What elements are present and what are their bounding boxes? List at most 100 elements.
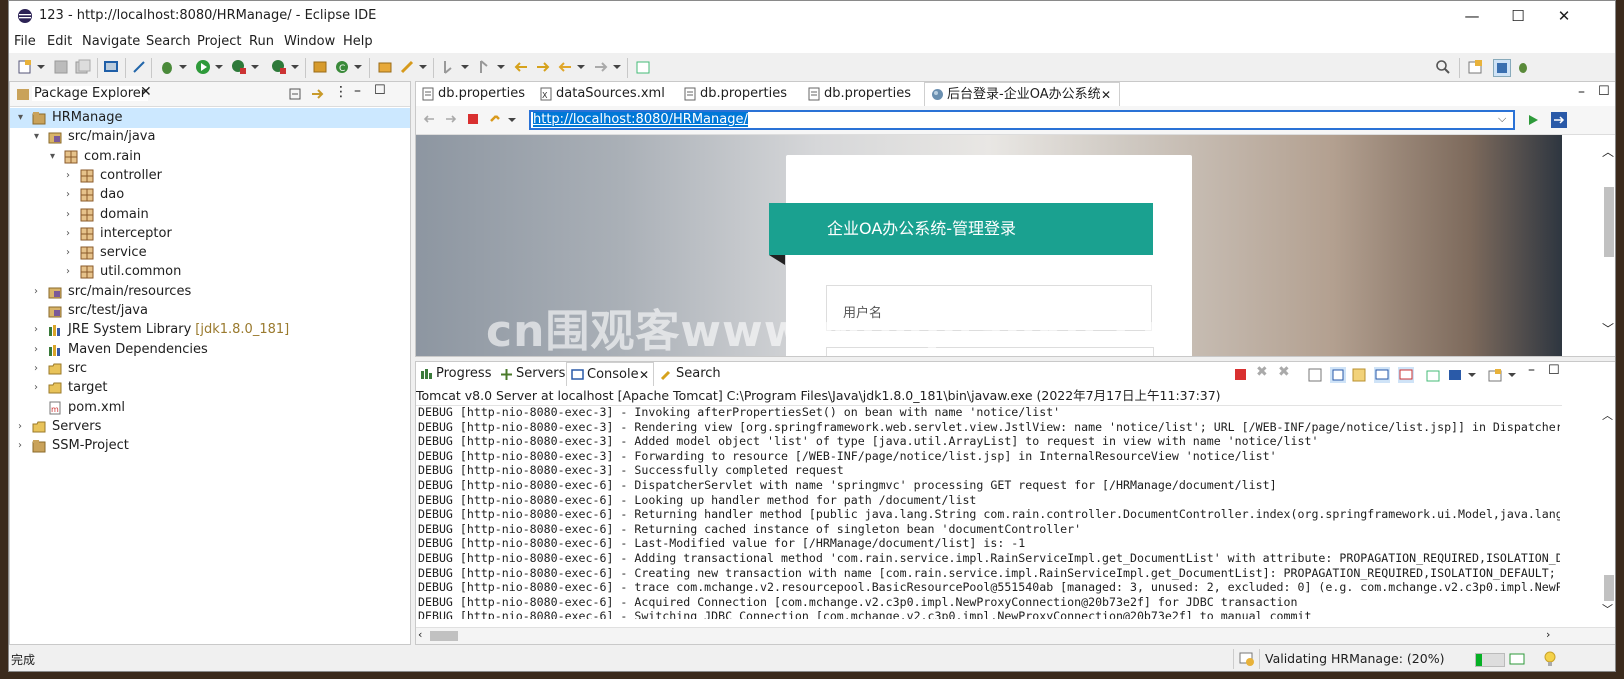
skip-breakpoints-icon[interactable] xyxy=(131,59,147,75)
browser-refresh-icon[interactable] xyxy=(488,112,502,126)
scroll-up-icon[interactable]: ︿ xyxy=(1602,143,1614,160)
clear-console-icon[interactable] xyxy=(1308,368,1322,382)
scroll-left-icon[interactable]: ‹ xyxy=(418,628,422,641)
url-history-dropdown-icon[interactable]: ⌵ xyxy=(1498,112,1506,126)
search-icon[interactable] xyxy=(1435,59,1451,75)
minimize-editor-icon[interactable]: – xyxy=(1578,84,1585,100)
editor-tab-db-properties[interactable]: db.properties xyxy=(808,82,918,106)
collapse-chevron-icon[interactable]: › xyxy=(34,359,44,379)
menu-search[interactable]: Search xyxy=(146,34,191,49)
debug-perspective-icon[interactable] xyxy=(1515,59,1531,75)
collapse-chevron-icon[interactable]: › xyxy=(66,205,76,225)
scroll-down-icon[interactable]: ﹀ xyxy=(1602,320,1614,337)
scroll-lock-icon[interactable] xyxy=(1330,367,1346,383)
close-view-icon[interactable]: ✕ xyxy=(140,84,152,100)
scroll-up-icon[interactable]: ︿ xyxy=(1602,407,1613,423)
new-class-icon[interactable]: C xyxy=(334,59,350,75)
show-on-stdout-icon[interactable] xyxy=(1374,367,1390,383)
scroll-thumb[interactable] xyxy=(430,631,458,641)
tree-item-domain[interactable]: › domain xyxy=(10,205,410,225)
debug-icon[interactable] xyxy=(159,59,175,75)
open-console-icon[interactable] xyxy=(1488,368,1502,382)
package-explorer-title[interactable]: Package Explorer xyxy=(32,86,149,101)
open-perspective-icon[interactable] xyxy=(1467,59,1483,75)
new-dropdown-icon[interactable] xyxy=(37,65,45,69)
show-on-stderr-icon[interactable] xyxy=(1398,367,1414,383)
collapse-chevron-icon[interactable]: › xyxy=(34,378,44,398)
maximize-view-icon[interactable]: ☐ xyxy=(374,83,386,98)
tree-item-src-test-java[interactable]: src/test/java xyxy=(10,301,410,321)
scroll-thumb[interactable] xyxy=(1604,575,1614,601)
collapse-all-icon[interactable] xyxy=(288,87,302,101)
scroll-right-icon[interactable]: › xyxy=(1546,628,1550,641)
previous-annotation-icon[interactable] xyxy=(477,59,493,75)
browser-back-icon[interactable] xyxy=(422,112,436,126)
tree-item-util-common[interactable]: › util.common xyxy=(10,262,410,282)
new-icon[interactable] xyxy=(17,59,33,75)
go-icon[interactable] xyxy=(1526,113,1540,127)
tree-item-controller[interactable]: › controller xyxy=(10,166,410,186)
editor-tab-datasources-xml[interactable]: X dataSources.xml xyxy=(540,82,670,106)
next-annotation-dropdown-icon[interactable] xyxy=(461,65,469,69)
remove-all-launches-icon[interactable]: ✖ xyxy=(1278,364,1290,380)
menu-navigate[interactable]: Navigate xyxy=(82,34,140,49)
pin-editor-icon[interactable] xyxy=(635,59,651,75)
tree-item-hrmanage[interactable]: ▾ HRManage xyxy=(10,108,410,128)
editor-tab-db-properties[interactable]: db.properties xyxy=(684,82,794,106)
display-console-icon[interactable] xyxy=(1448,368,1462,382)
external-tools-dropdown-icon[interactable] xyxy=(291,65,299,69)
debug-dropdown-icon[interactable] xyxy=(179,65,187,69)
run-icon[interactable] xyxy=(195,59,211,75)
menu-file[interactable]: File xyxy=(14,34,36,49)
expand-chevron-icon[interactable]: ▾ xyxy=(50,147,60,167)
menu-edit[interactable]: Edit xyxy=(47,34,72,49)
last-edit-forward-icon[interactable] xyxy=(535,59,551,75)
tab-search[interactable]: Search xyxy=(660,362,724,386)
tree-item-src-main-java[interactable]: ▾ src/main/java xyxy=(10,127,410,147)
last-edit-location-icon[interactable] xyxy=(513,59,529,75)
remove-launch-icon[interactable]: ✖ xyxy=(1256,364,1268,380)
tree-item-src[interactable]: › src xyxy=(10,359,410,379)
tree-item-target[interactable]: › target xyxy=(10,378,410,398)
console-output[interactable]: DEBUG [http-nio-8080-exec-3] - Invoking … xyxy=(418,405,1560,619)
save-icon[interactable] xyxy=(53,59,69,75)
browser-forward-icon[interactable] xyxy=(444,112,458,126)
editor-tab-db-properties[interactable]: db.properties xyxy=(422,82,532,106)
tree-item-src-main-resources[interactable]: › src/main/resources xyxy=(10,282,410,302)
open-task-dropdown-icon[interactable] xyxy=(419,65,427,69)
link-with-editor-icon[interactable] xyxy=(310,87,324,101)
coverage-icon[interactable] xyxy=(231,59,247,75)
tree-item-jre-system-library[interactable]: › JRE System Library [jdk1.8.0_181] xyxy=(10,320,410,340)
url-input[interactable]: http://localhost:8080/HRManage/ xyxy=(529,110,1515,130)
menu-window[interactable]: Window xyxy=(284,34,335,49)
menu-project[interactable]: Project xyxy=(197,34,241,49)
open-type-icon[interactable] xyxy=(377,59,393,75)
expand-chevron-icon[interactable]: ▾ xyxy=(34,127,44,147)
tree-item-ssm-project[interactable]: › SSM-Project xyxy=(10,436,410,456)
minimize-view-icon[interactable]: – xyxy=(354,83,361,99)
forward-icon[interactable] xyxy=(593,59,609,75)
maximize-view-icon[interactable]: ☐ xyxy=(1548,363,1560,378)
open-external-browser-icon[interactable] xyxy=(1550,111,1568,129)
previous-annotation-dropdown-icon[interactable] xyxy=(497,65,505,69)
tree-item-interceptor[interactable]: › interceptor xyxy=(10,224,410,244)
tab-console[interactable]: Console ✕ xyxy=(566,362,654,386)
tree-item-maven-dependencies[interactable]: › Maven Dependencies xyxy=(10,340,410,360)
word-wrap-icon[interactable] xyxy=(1352,368,1366,382)
refresh-dropdown-icon[interactable] xyxy=(508,118,516,122)
maximize-editor-icon[interactable]: ☐ xyxy=(1598,84,1610,99)
tab-progress[interactable]: Progress xyxy=(418,362,496,386)
web-vertical-scrollbar[interactable]: ︿ ﹀ xyxy=(1562,135,1615,356)
run-dropdown-icon[interactable] xyxy=(215,65,223,69)
close-button[interactable]: ✕ xyxy=(1541,1,1587,31)
tab-servers[interactable]: Servers xyxy=(500,362,566,386)
update-site-icon[interactable] xyxy=(1239,651,1255,667)
menu-run[interactable]: Run xyxy=(249,34,274,49)
collapse-chevron-icon[interactable]: › xyxy=(66,262,76,282)
collapse-chevron-icon[interactable]: › xyxy=(18,417,28,437)
collapse-chevron-icon[interactable]: › xyxy=(66,166,76,186)
collapse-chevron-icon[interactable]: › xyxy=(34,282,44,302)
progress-view-icon[interactable] xyxy=(1509,651,1525,667)
minimize-button[interactable]: — xyxy=(1449,1,1495,31)
console-horizontal-scrollbar[interactable]: ‹ › xyxy=(416,627,1615,644)
